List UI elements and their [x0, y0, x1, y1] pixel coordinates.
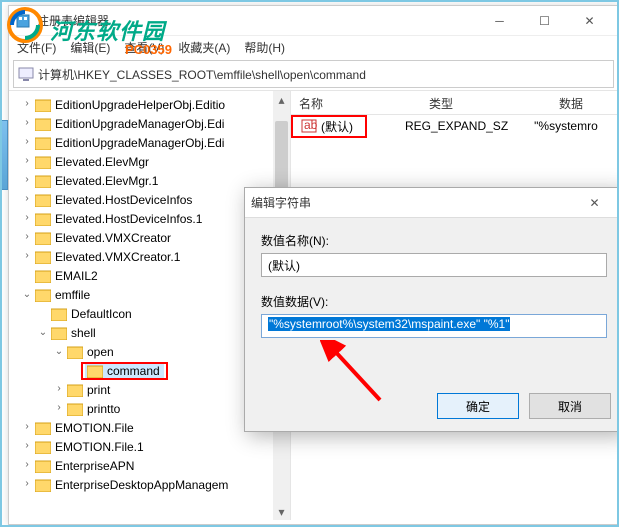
menu-edit[interactable]: 编辑(E) — [70, 39, 110, 56]
scroll-up-icon[interactable]: ▴ — [273, 91, 290, 108]
collapse-icon[interactable]: ⌄ — [21, 289, 33, 301]
cancel-button[interactable]: 取消 — [529, 393, 611, 419]
col-type[interactable]: 类型 — [421, 91, 551, 114]
menu-favorites[interactable]: 收藏夹(A) — [178, 39, 230, 56]
collapse-icon[interactable]: ⌄ — [53, 346, 65, 358]
value-name-label: 数值名称(N): — [261, 232, 607, 249]
value-name-input[interactable] — [261, 253, 607, 277]
close-button[interactable]: ✕ — [567, 7, 612, 35]
tree-item[interactable]: ›EditionUpgradeManagerObj.Edi — [21, 114, 290, 133]
menu-help[interactable]: 帮助(H) — [244, 39, 285, 56]
highlight-command: command — [81, 362, 168, 380]
dialog-close-button[interactable]: ✕ — [572, 189, 617, 217]
string-value-icon: ab — [301, 118, 317, 134]
window-title: 注册表编辑器 — [37, 12, 477, 29]
value-name: (默认) — [317, 118, 361, 135]
value-type: REG_EXPAND_SZ — [397, 119, 516, 133]
value-data: "%systemro — [526, 119, 606, 133]
app-icon — [15, 13, 31, 29]
collapse-icon[interactable]: ⌄ — [37, 327, 49, 339]
menu-file[interactable]: 文件(F) — [17, 39, 56, 56]
value-data-text: "%systemroot%\system32\mspaint.exe" "%1" — [268, 317, 510, 331]
dialog-titlebar[interactable]: 编辑字符串 ✕ — [245, 188, 619, 218]
menu-view[interactable]: 查看(V) — [124, 39, 164, 56]
list-row-default[interactable]: ab (默认) REG_EXPAND_SZ "%systemro — [291, 115, 618, 137]
tree-item[interactable]: ›EnterpriseAPN — [21, 456, 290, 475]
highlight-default-value: ab (默认) — [291, 115, 367, 138]
tree-item[interactable]: ›EnterpriseDesktopAppManagem — [21, 475, 290, 494]
svg-text:ab: ab — [304, 118, 317, 132]
address-bar[interactable]: 计算机\HKEY_CLASSES_ROOT\emffile\shell\open… — [13, 60, 614, 88]
minimize-button[interactable]: ─ — [477, 7, 522, 35]
ok-button[interactable]: 确定 — [437, 393, 519, 419]
titlebar[interactable]: 注册表编辑器 ─ ☐ ✕ — [9, 6, 618, 36]
col-name[interactable]: 名称 — [291, 91, 421, 114]
value-data-label: 数值数据(V): — [261, 293, 607, 310]
value-data-input[interactable]: "%systemroot%\system32\mspaint.exe" "%1" — [261, 314, 607, 338]
scroll-down-icon[interactable]: ▾ — [273, 503, 290, 520]
edit-string-dialog: 编辑字符串 ✕ 数值名称(N): 数值数据(V): "%systemroot%\… — [244, 187, 619, 432]
tree-item[interactable]: ›EditionUpgradeHelperObj.Editio — [21, 95, 290, 114]
col-data[interactable]: 数据 — [551, 91, 618, 114]
dialog-title: 编辑字符串 — [251, 194, 572, 211]
tree-item[interactable]: ›EMOTION.File.1 — [21, 437, 290, 456]
list-header: 名称 类型 数据 — [291, 91, 618, 115]
address-path: 计算机\HKEY_CLASSES_ROOT\emffile\shell\open… — [38, 66, 366, 83]
tree-item[interactable]: ›Elevated.ElevMgr — [21, 152, 290, 171]
tree-item[interactable]: ›EditionUpgradeManagerObj.Edi — [21, 133, 290, 152]
menubar: 文件(F) 编辑(E) 查看(V) 收藏夹(A) 帮助(H) — [9, 36, 618, 58]
maximize-button[interactable]: ☐ — [522, 7, 567, 35]
left-window-edge — [0, 120, 8, 190]
computer-icon — [18, 66, 34, 82]
